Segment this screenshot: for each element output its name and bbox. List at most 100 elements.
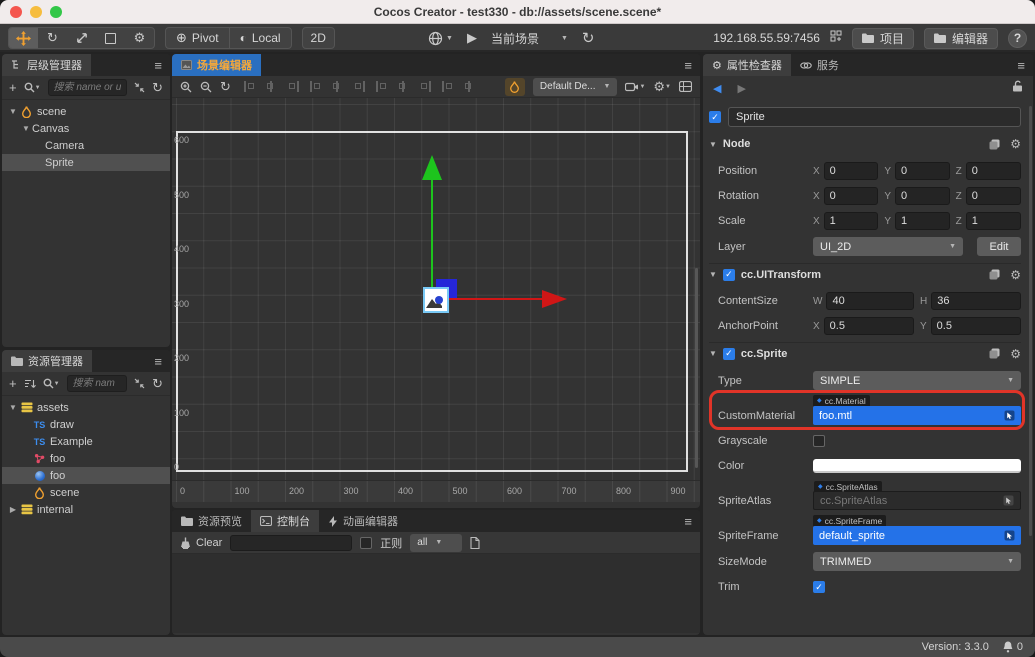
tree-item-internal[interactable]: ▶internal — [2, 501, 170, 518]
align-left-icon[interactable] — [309, 80, 322, 93]
minimize-window-button[interactable] — [30, 6, 42, 18]
node-name-input[interactable] — [728, 107, 1021, 127]
distribute-h-icon[interactable] — [375, 80, 388, 93]
tree-item-draw[interactable]: TSdraw — [2, 416, 170, 433]
position-z-input[interactable] — [966, 162, 1021, 180]
custom-material-field[interactable]: ◆cc.Material foo.mtl — [813, 406, 1021, 425]
nav-forward-button[interactable]: ▶ — [737, 82, 745, 95]
docs-icon[interactable] — [989, 139, 1000, 150]
expand-arrow-icon[interactable]: ▼ — [20, 124, 32, 133]
tree-item-foo[interactable]: foo — [2, 467, 170, 484]
gizmo-settings-button[interactable]: ⚙ — [125, 27, 154, 49]
scene-settings-button[interactable]: ⚙▼ — [653, 79, 671, 95]
sprite-frame-field[interactable]: ◆cc.SpriteFrame default_sprite — [813, 526, 1021, 545]
play-button[interactable]: ▶ — [467, 30, 477, 46]
hierarchy-menu-button[interactable]: ≡ — [146, 54, 170, 76]
maximize-window-button[interactable] — [50, 6, 62, 18]
gizmo-y-arrow-icon[interactable] — [422, 155, 442, 180]
tree-item-scene[interactable]: ▼scene — [2, 103, 170, 120]
rotation-y-input[interactable] — [895, 187, 950, 205]
asset-picker-button[interactable] — [1003, 495, 1014, 506]
create-node-button[interactable]: + — [9, 80, 17, 95]
uitransform-enabled-checkbox[interactable]: ✓ — [723, 269, 735, 281]
inspector-scrollbar[interactable] — [1029, 106, 1032, 536]
tree-item-assets[interactable]: ▼assets — [2, 399, 170, 416]
align-vcenter-icon[interactable] — [265, 80, 278, 93]
tree-item-scene[interactable]: scene — [2, 484, 170, 501]
hierarchy-search-input[interactable] — [48, 79, 128, 96]
tab-animation-editor[interactable]: 动画编辑器 — [319, 510, 407, 532]
content-width-input[interactable] — [826, 292, 914, 310]
sprite-atlas-field[interactable]: ◆cc.SpriteAtlas cc.SpriteAtlas — [813, 491, 1021, 510]
collapse-all-button[interactable] — [134, 82, 145, 93]
gizmo-x-axis[interactable] — [434, 298, 544, 300]
tab-scene-editor[interactable]: 场景编辑器 — [172, 54, 261, 76]
trim-checkbox[interactable]: ✓ — [813, 581, 825, 593]
log-level-dropdown[interactable]: all▼ — [410, 534, 462, 552]
collapse-all-button[interactable] — [134, 378, 145, 389]
move-tool-button[interactable] — [9, 27, 38, 49]
layer-dropdown[interactable]: UI_2D▼ — [813, 237, 963, 256]
scale-y-input[interactable] — [895, 212, 950, 230]
tree-item-Canvas[interactable]: ▼Canvas — [2, 120, 170, 137]
lock-inspector-button[interactable] — [1012, 79, 1023, 97]
stretch-v-icon[interactable] — [441, 80, 454, 93]
rect-tool-button[interactable] — [96, 27, 125, 49]
tab-hierarchy[interactable]: 层级管理器 — [2, 54, 91, 76]
gear-icon[interactable]: ⚙ — [1010, 347, 1021, 361]
reset-view-button[interactable]: ↻ — [220, 79, 231, 95]
scene-select-dropdown[interactable]: 当前场景 ▼ — [491, 30, 568, 47]
open-editor-folder-button[interactable]: 编辑器 — [924, 28, 998, 49]
notifications-button[interactable]: 0 — [1003, 641, 1023, 653]
anchor-x-input[interactable] — [824, 317, 914, 335]
help-button[interactable]: ? — [1008, 29, 1027, 48]
stretch-h-icon[interactable] — [419, 80, 432, 93]
camera-preset-dropdown[interactable]: Default De...▼ — [533, 78, 618, 96]
search-filter-button[interactable]: ▼ — [24, 82, 41, 93]
tree-item-Example[interactable]: TSExample — [2, 433, 170, 450]
refresh-button[interactable]: ↻ — [152, 80, 163, 96]
scale-z-input[interactable] — [966, 212, 1021, 230]
sprite-section-header[interactable]: ▼ ✓ cc.Sprite ⚙ — [709, 342, 1021, 364]
local-toggle-button[interactable]: ◐Local — [229, 27, 291, 49]
tab-service[interactable]: 服务 — [791, 54, 848, 76]
tab-asset-preview[interactable]: 资源预览 — [172, 510, 251, 532]
export-log-button[interactable] — [470, 537, 480, 549]
inspector-menu-button[interactable]: ≡ — [1009, 54, 1033, 76]
assets-menu-button[interactable]: ≡ — [146, 350, 170, 372]
anchor-y-input[interactable] — [931, 317, 1021, 335]
tab-inspector[interactable]: ⚙ 属性检查器 — [703, 54, 791, 76]
refresh-scene-button[interactable]: ↻ — [582, 29, 595, 47]
scale-tool-button[interactable] — [67, 27, 96, 49]
gizmo-light-button[interactable] — [505, 78, 525, 96]
gizmo-x-arrow-icon[interactable] — [542, 290, 567, 308]
sprite-enabled-checkbox[interactable]: ✓ — [723, 348, 735, 360]
uitransform-section-header[interactable]: ▼ ✓ cc.UITransform ⚙ — [709, 263, 1021, 285]
grayscale-checkbox[interactable] — [813, 435, 825, 447]
rotation-z-input[interactable] — [966, 187, 1021, 205]
align-bottom-icon[interactable] — [287, 80, 300, 93]
minimap-toggle-button[interactable] — [679, 81, 692, 92]
content-height-input[interactable] — [931, 292, 1021, 310]
zoom-out-button[interactable] — [200, 81, 212, 93]
edit-layers-button[interactable]: Edit — [977, 237, 1021, 256]
node-section-header[interactable]: ▼ Node ⚙ — [709, 133, 1021, 155]
clear-console-button[interactable]: Clear — [180, 537, 222, 549]
distribute-v-icon[interactable] — [397, 80, 410, 93]
create-asset-button[interactable]: + — [9, 376, 17, 391]
stretch-fill-icon[interactable] — [463, 80, 476, 93]
sprite-type-dropdown[interactable]: SIMPLE▼ — [813, 371, 1021, 390]
color-swatch[interactable] — [813, 459, 1021, 473]
sort-assets-button[interactable] — [24, 379, 36, 389]
tree-item-foo[interactable]: foo — [2, 450, 170, 467]
tab-console[interactable]: 控制台 — [251, 510, 319, 532]
asset-picker-button[interactable] — [1004, 410, 1015, 421]
sprite-node[interactable] — [423, 287, 449, 313]
scene-viewport[interactable]: 6005004003002001000 — [172, 98, 700, 480]
tree-item-Sprite[interactable]: Sprite — [2, 154, 170, 171]
tab-assets[interactable]: 资源管理器 — [2, 350, 92, 372]
gizmo-y-axis[interactable] — [431, 178, 433, 300]
assets-search-input[interactable] — [67, 375, 128, 392]
close-window-button[interactable] — [10, 6, 22, 18]
position-x-input[interactable] — [824, 162, 879, 180]
